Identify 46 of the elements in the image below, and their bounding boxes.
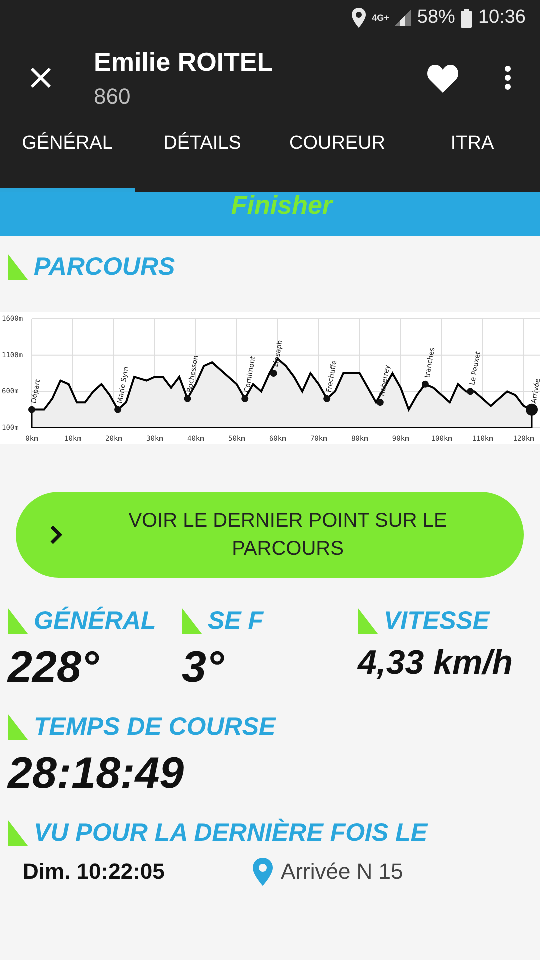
stat-value: 228° bbox=[8, 646, 100, 690]
location-icon bbox=[352, 8, 366, 28]
stat-label: VITESSE bbox=[384, 609, 490, 634]
location-pin-icon bbox=[253, 858, 273, 886]
more-icon[interactable] bbox=[505, 66, 511, 90]
battery-icon bbox=[461, 8, 472, 28]
waypoint-dot bbox=[28, 406, 36, 414]
triangle-icon bbox=[8, 254, 28, 280]
stat-label: VU POUR LA DERNIÈRE FOIS LE bbox=[34, 821, 428, 846]
stat-label: SE F bbox=[208, 609, 264, 634]
banner-title: Finisher bbox=[231, 192, 333, 218]
stat-value: 28:18:49 bbox=[8, 752, 186, 796]
last-seen-location: Arrivée N 15 bbox=[281, 859, 404, 885]
stat-label: TEMPS DE COURSE bbox=[34, 715, 276, 740]
runner-name: Emilie ROITEL bbox=[94, 46, 274, 78]
tab[interactable]: ITRA bbox=[405, 120, 540, 192]
waypoint-dot bbox=[376, 399, 384, 406]
tab[interactable]: DÉTAILS bbox=[135, 120, 270, 192]
network-label: 4G+ bbox=[372, 14, 390, 22]
stat-label: GÉNÉRAL bbox=[34, 609, 156, 634]
stat-value: 4,33 km/h bbox=[358, 646, 514, 680]
stat-value: 3° bbox=[182, 646, 226, 690]
waypoint-dot bbox=[324, 395, 331, 402]
bib-number: 860 bbox=[94, 84, 132, 110]
triangle-icon bbox=[182, 608, 202, 634]
section-title: PARCOURS bbox=[34, 255, 176, 280]
tab[interactable]: COUREUR bbox=[270, 120, 405, 192]
last-point-button[interactable]: VOIR LE DERNIER POINT SUR LE PARCOURS bbox=[16, 492, 524, 578]
waypoint-dot bbox=[184, 395, 192, 402]
waypoint-dot bbox=[526, 404, 538, 416]
battery-percent: 58% bbox=[417, 7, 456, 29]
clock-time: 10:36 bbox=[478, 7, 526, 29]
triangle-icon bbox=[8, 608, 28, 634]
waypoint-dot bbox=[467, 388, 474, 396]
triangle-icon bbox=[358, 608, 378, 634]
heart-icon[interactable] bbox=[427, 64, 459, 92]
waypoint-dot bbox=[422, 380, 429, 388]
signal-icon bbox=[395, 10, 412, 26]
chevron-icon bbox=[50, 525, 62, 545]
waypoint-dot bbox=[114, 406, 122, 414]
waypoint-dot bbox=[270, 370, 278, 377]
last-seen-time: Dim. 10:22:05 bbox=[23, 859, 166, 885]
triangle-icon bbox=[8, 820, 28, 846]
close-icon[interactable] bbox=[30, 67, 52, 89]
triangle-icon bbox=[8, 714, 28, 740]
waypoint-dot bbox=[242, 395, 249, 402]
